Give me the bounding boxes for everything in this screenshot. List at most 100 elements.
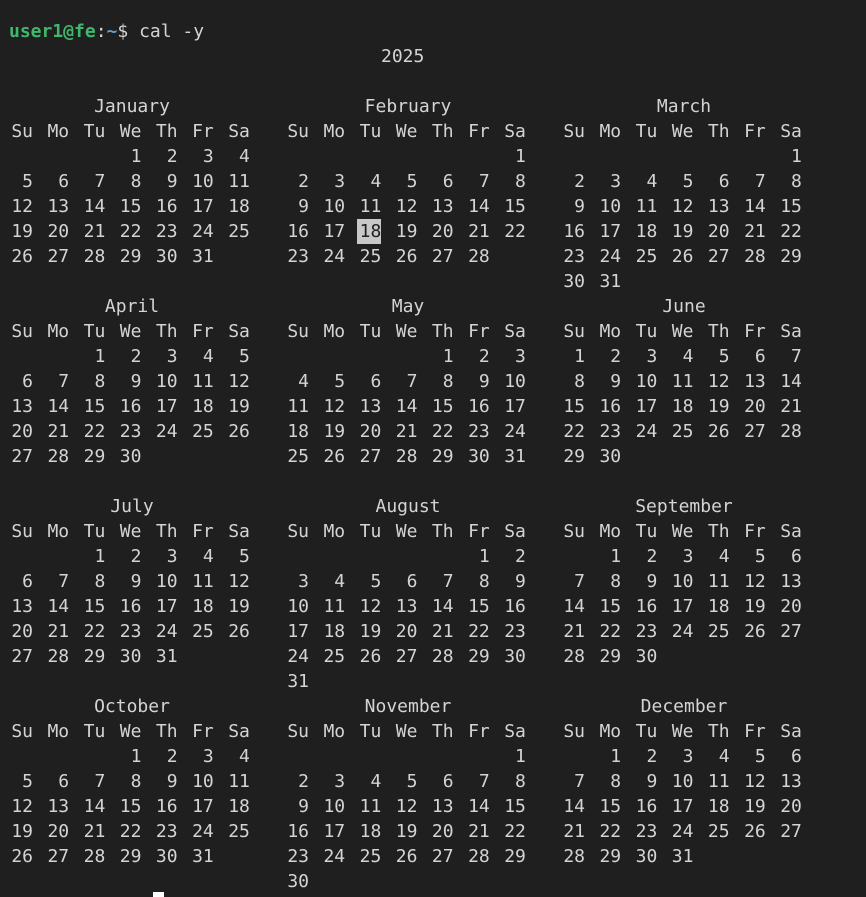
- day-cell: 30: [599, 446, 622, 467]
- day-cell: 27: [395, 646, 418, 667]
- weekday-label: Sa: [504, 121, 526, 142]
- day-cell: 7: [58, 571, 70, 592]
- weekday-label: Tu: [635, 721, 658, 742]
- weekday-label: Mo: [599, 521, 622, 542]
- day-cell: 30: [119, 446, 142, 467]
- day-cell: 28: [563, 646, 585, 667]
- day-cell: 4: [718, 546, 730, 567]
- day-cell: 30: [155, 246, 178, 267]
- day-cell: 2: [298, 171, 309, 192]
- day-cell: 19: [11, 821, 33, 842]
- day-cell: 7: [94, 771, 106, 792]
- weekday-label: We: [395, 321, 418, 342]
- day-cell: 28: [47, 446, 70, 467]
- day-cell: 15: [431, 396, 454, 417]
- day-cell: 15: [563, 396, 585, 417]
- day-cell: 8: [515, 171, 526, 192]
- day-cell: 16: [468, 396, 490, 417]
- terminal-window[interactable]: user1@fe:~$ cal -y 2025 January Su Mo Tu We T…: [0, 0, 866, 897]
- day-cell: 16: [563, 221, 585, 242]
- day-cell: 3: [202, 746, 214, 767]
- day-cell: 27: [11, 446, 33, 467]
- day-cell: 26: [744, 821, 766, 842]
- day-cell: 8: [478, 571, 490, 592]
- day-cell: 20: [395, 621, 418, 642]
- day-cell: 19: [744, 596, 766, 617]
- day-cell: 1: [478, 546, 490, 567]
- weekday-label: Su: [563, 321, 585, 342]
- day-cell: 18: [228, 796, 250, 817]
- day-cell: 14: [563, 596, 585, 617]
- day-cell: 5: [406, 171, 418, 192]
- day-cell: 20: [47, 221, 70, 242]
- prompt-path: ~: [106, 21, 118, 42]
- day-cell: 19: [359, 621, 382, 642]
- day-cell: 19: [395, 221, 418, 242]
- day-cell: 14: [431, 596, 454, 617]
- day-cell: 10: [155, 571, 178, 592]
- weekday-label: Mo: [323, 321, 346, 342]
- day-cell: 3: [334, 171, 346, 192]
- day-cell: 30: [155, 846, 178, 867]
- day-cell: 3: [610, 171, 622, 192]
- weekday-label: Mo: [323, 121, 346, 142]
- prompt-symbol: $: [117, 21, 129, 42]
- day-cell: 6: [718, 171, 730, 192]
- day-cell: 22: [431, 421, 454, 442]
- day-cell: 24: [504, 421, 526, 442]
- day-cell: 8: [130, 771, 142, 792]
- day-cell: 17: [635, 396, 658, 417]
- day-cell: 26: [671, 246, 694, 267]
- day-cell: 12: [744, 771, 766, 792]
- day-cell: 26: [11, 846, 33, 867]
- day-cell: 29: [119, 846, 142, 867]
- day-cell: 17: [504, 396, 526, 417]
- weekday-label: Th: [707, 321, 730, 342]
- weekday-label: Sa: [780, 721, 802, 742]
- day-cell: 4: [334, 571, 346, 592]
- day-cell: 15: [780, 196, 802, 217]
- day-cell: 9: [574, 196, 585, 217]
- day-cell: 8: [442, 371, 454, 392]
- day-cell: 21: [395, 421, 418, 442]
- day-cell: 7: [478, 171, 490, 192]
- day-cell: 2: [515, 546, 526, 567]
- month-title: August: [375, 496, 441, 517]
- weekday-label: Tu: [83, 121, 106, 142]
- day-cell: 27: [780, 821, 802, 842]
- day-cell: 7: [442, 571, 454, 592]
- day-cell: 22: [83, 621, 106, 642]
- weekday-label: Tu: [635, 321, 658, 342]
- day-cell: 25: [192, 421, 214, 442]
- day-cell: 28: [780, 421, 802, 442]
- weekday-label: Tu: [359, 721, 382, 742]
- day-cell: 6: [22, 571, 33, 592]
- day-cell: 11: [323, 596, 346, 617]
- day-cell: 4: [718, 746, 730, 767]
- day-cell: 1: [94, 546, 106, 567]
- day-cell: 12: [228, 571, 250, 592]
- day-cell: 1: [610, 546, 622, 567]
- weekday-label: We: [119, 721, 142, 742]
- day-cell: 24: [323, 846, 346, 867]
- day-cell: 5: [682, 171, 694, 192]
- day-cell: 11: [228, 771, 250, 792]
- weekday-label: Mo: [599, 121, 622, 142]
- day-cell: 1: [442, 346, 454, 367]
- day-cell: 19: [671, 221, 694, 242]
- day-cell: 16: [599, 396, 622, 417]
- month-title: May: [391, 296, 425, 317]
- day-cell: 17: [323, 821, 346, 842]
- day-cell: 12: [707, 371, 730, 392]
- weekday-label: Th: [431, 321, 454, 342]
- day-cell: 11: [635, 196, 658, 217]
- day-cell: 14: [395, 396, 418, 417]
- day-cell: 5: [718, 346, 730, 367]
- day-cell: 28: [47, 646, 70, 667]
- weekday-label: Th: [707, 521, 730, 542]
- day-cell: 13: [395, 596, 418, 617]
- weekday-label: Fr: [192, 721, 214, 742]
- day-cell: 1: [515, 746, 526, 767]
- day-cell: 21: [47, 621, 70, 642]
- weekday-label: Mo: [599, 721, 622, 742]
